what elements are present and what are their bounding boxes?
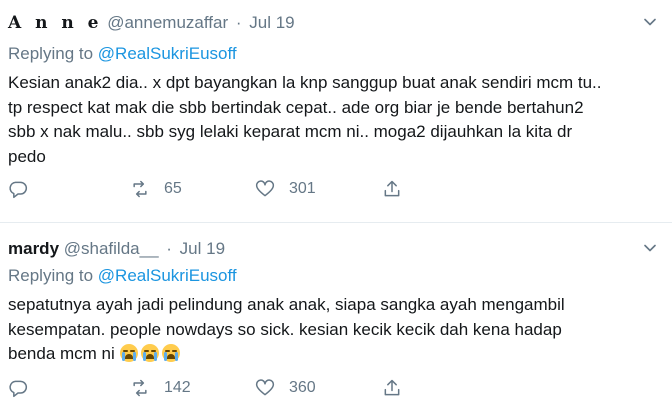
reply-button[interactable]: [8, 377, 28, 399]
author-name[interactable]: A n n e: [8, 13, 102, 33]
author-handle[interactable]: @annemuzaffar: [107, 13, 228, 32]
replying-to-label: Replying to: [8, 266, 94, 285]
like-button[interactable]: 301: [255, 178, 316, 200]
tweet-header: mardy @shafilda__ · Jul 19: [8, 239, 225, 259]
replying-to: Replying to @RealSukriEusoff: [8, 266, 237, 286]
loudly-crying-face-icon: [161, 344, 180, 362]
retweet-button[interactable]: 65: [130, 178, 182, 200]
reply-icon: [9, 181, 28, 199]
author-name[interactable]: mardy: [8, 239, 59, 258]
tweet-text: sepatutnya ayah jadi pelindung anak anak…: [8, 293, 664, 367]
like-button[interactable]: 360: [255, 377, 316, 399]
separator-dot: ·: [166, 239, 172, 258]
like-count: 301: [289, 180, 316, 197]
tweet-text: Kesian anak2 dia.. x dpt bayangkan la kn…: [8, 73, 602, 166]
mention-link[interactable]: @RealSukriEusoff: [98, 44, 237, 63]
share-icon: [384, 180, 400, 197]
tweet-timestamp[interactable]: Jul 19: [249, 13, 294, 32]
reply-icon: [9, 380, 28, 398]
heart-icon: [255, 379, 275, 396]
like-count: 360: [289, 379, 316, 396]
tweet-actions: 65 301: [0, 178, 672, 200]
replying-to: Replying to @RealSukriEusoff: [8, 44, 237, 64]
tweet-timestamp[interactable]: Jul 19: [180, 239, 225, 258]
heart-icon: [255, 180, 275, 197]
mention-link[interactable]: @RealSukriEusoff: [98, 266, 237, 285]
chevron-down-icon[interactable]: [644, 242, 656, 254]
loudly-crying-face-icon: [119, 344, 138, 362]
reply-button[interactable]: [8, 178, 28, 200]
tweet-actions: 142 360: [0, 377, 672, 399]
retweet-icon: [133, 180, 147, 198]
tweet[interactable]: mardy @shafilda__ · Jul 19 Replying to @…: [0, 222, 672, 410]
author-handle[interactable]: @shafilda__: [64, 239, 159, 258]
retweet-button[interactable]: 142: [130, 377, 191, 399]
tweet[interactable]: A n n e @annemuzaffar · Jul 19 Replying …: [0, 0, 672, 222]
replying-to-label: Replying to: [8, 44, 94, 63]
chevron-down-icon[interactable]: [644, 16, 656, 28]
retweet-count: 142: [164, 379, 191, 396]
share-button[interactable]: [382, 178, 402, 200]
share-icon: [384, 379, 400, 396]
loudly-crying-face-icon: [140, 344, 159, 362]
tweet-text-content: sepatutnya ayah jadi pelindung anak anak…: [8, 295, 565, 363]
separator-dot: ·: [235, 13, 242, 32]
tweet-header: A n n e @annemuzaffar · Jul 19: [8, 13, 295, 33]
retweet-count: 65: [164, 180, 182, 197]
retweet-icon: [133, 379, 147, 397]
share-button[interactable]: [382, 377, 402, 399]
